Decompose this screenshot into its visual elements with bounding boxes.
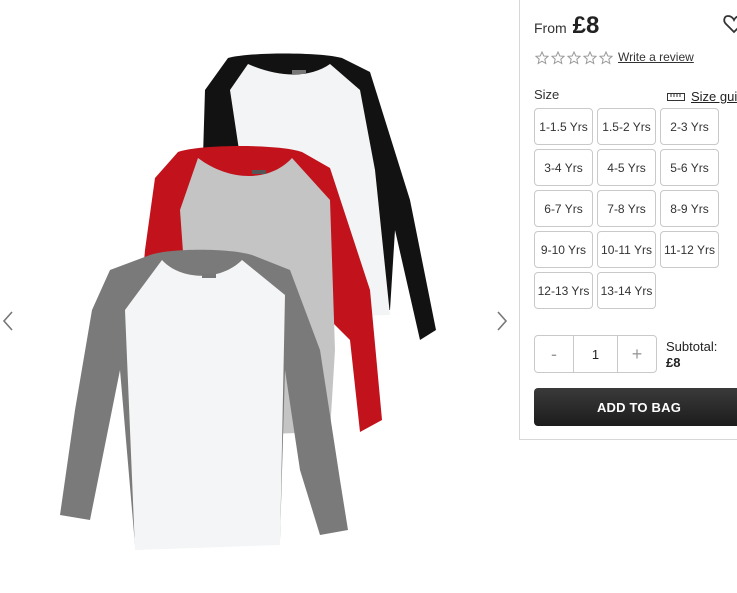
- size-option[interactable]: 9-10 Yrs: [534, 231, 593, 268]
- size-option[interactable]: 11-12 Yrs: [660, 231, 719, 268]
- add-to-bag-button[interactable]: ADD TO BAG: [534, 388, 737, 426]
- size-option[interactable]: 5-6 Yrs: [660, 149, 719, 186]
- size-guide-link[interactable]: Size guid: [667, 89, 737, 104]
- heart-icon[interactable]: [723, 14, 737, 39]
- price-row: From £8: [534, 12, 599, 40]
- size-option[interactable]: 6-7 Yrs: [534, 190, 593, 227]
- quantity-decrease-button[interactable]: -: [535, 336, 573, 372]
- quantity-stepper: - 1 +: [534, 335, 657, 373]
- size-option[interactable]: 7-8 Yrs: [597, 190, 656, 227]
- subtotal-value: £8: [666, 355, 681, 370]
- chevron-left-icon[interactable]: [0, 308, 20, 334]
- product-gallery: [0, 0, 515, 593]
- chevron-right-icon[interactable]: [492, 308, 512, 334]
- size-option[interactable]: 1.5-2 Yrs: [597, 108, 656, 145]
- size-option[interactable]: 2-3 Yrs: [660, 108, 719, 145]
- size-label: Size: [534, 87, 560, 102]
- write-review-link[interactable]: Write a review: [618, 50, 694, 64]
- size-option[interactable]: 3-4 Yrs: [534, 149, 593, 186]
- ruler-icon: [667, 92, 685, 101]
- price-prefix: From: [534, 20, 567, 36]
- size-option[interactable]: 1-1.5 Yrs: [534, 108, 593, 145]
- star-icon: [551, 51, 565, 65]
- quantity-increase-button[interactable]: +: [618, 336, 656, 372]
- star-icon: [567, 51, 581, 65]
- size-option[interactable]: 8-9 Yrs: [660, 190, 719, 227]
- product-image: [60, 53, 436, 550]
- star-icon: [583, 51, 597, 65]
- size-guide-label: Size guid: [691, 89, 737, 104]
- size-option[interactable]: 12-13 Yrs: [534, 272, 593, 309]
- size-option[interactable]: 10-11 Yrs: [597, 231, 656, 268]
- star-icon: [535, 51, 549, 65]
- product-info-panel: From £8 Write a review Size Size guid 1-…: [519, 0, 737, 440]
- subtotal-label: Subtotal:: [666, 339, 718, 354]
- subtotal: Subtotal: £8: [666, 339, 717, 371]
- star-icon: [599, 51, 613, 65]
- quantity-input[interactable]: 1: [573, 336, 618, 372]
- size-options: 1-1.5 Yrs 1.5-2 Yrs 2-3 Yrs 3-4 Yrs 4-5 …: [534, 108, 719, 309]
- price-value: £8: [572, 12, 600, 39]
- size-option[interactable]: 13-14 Yrs: [597, 272, 656, 309]
- rating-stars: [535, 51, 613, 65]
- size-option[interactable]: 4-5 Yrs: [597, 149, 656, 186]
